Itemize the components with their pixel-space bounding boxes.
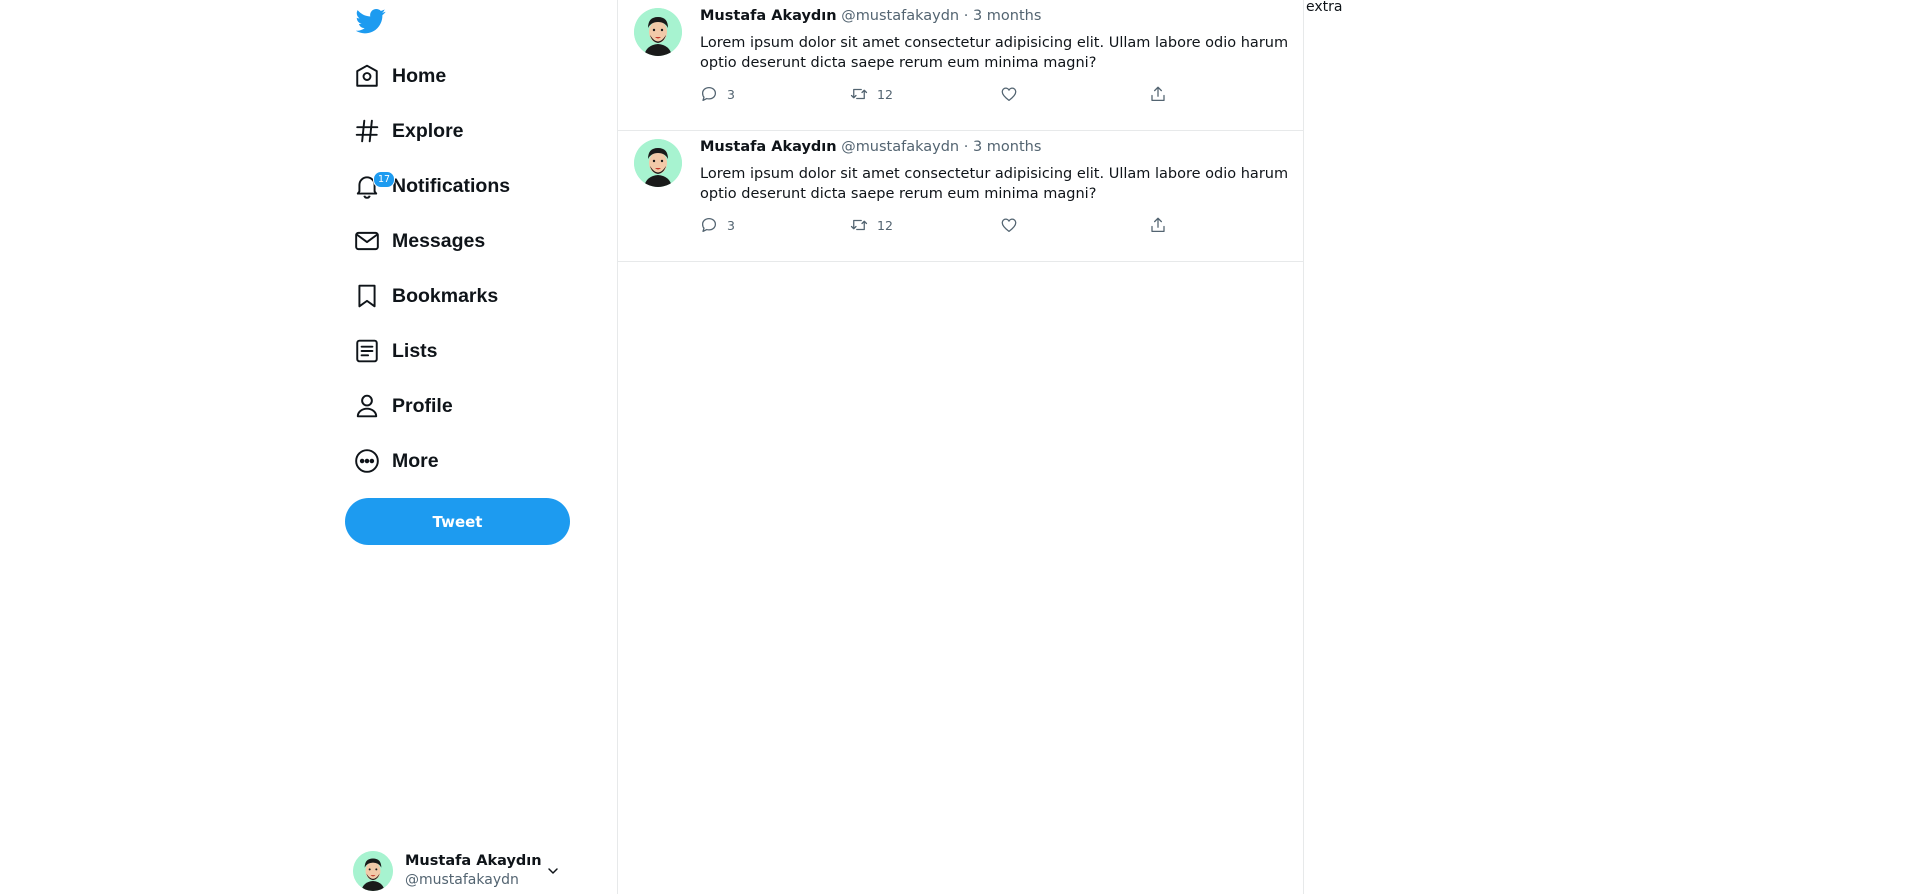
extra-panel-label: extra	[1306, 0, 1343, 15]
hashtag-icon	[341, 115, 383, 147]
tweet-author-handle[interactable]: @mustafakaydn	[841, 139, 959, 155]
twitter-logo-icon[interactable]	[355, 6, 386, 36]
retweet-button[interactable]: 12	[850, 216, 893, 234]
home-icon	[341, 60, 383, 92]
bookmark-icon	[341, 280, 383, 312]
user-icon	[341, 390, 383, 422]
nav-item-lists[interactable]: Lists	[341, 335, 438, 367]
heart-icon	[1001, 218, 1017, 233]
nav-item-more[interactable]: More	[341, 445, 439, 477]
account-switcher[interactable]: Mustafa Akaydın @mustafakaydn	[353, 849, 573, 893]
nav-label-explore: Explore	[392, 119, 464, 142]
retweet-count: 12	[877, 86, 893, 102]
separator-dot: ·	[963, 139, 969, 155]
reply-count: 3	[727, 86, 735, 102]
retweet-icon	[850, 88, 868, 100]
sidebar: Home Explore 17 Notifications Messages B…	[0, 0, 617, 894]
retweet-button[interactable]: 12	[850, 85, 893, 103]
tweet-text: Lorem ipsum dolor sit amet consectetur a…	[700, 166, 1289, 202]
tweet-author-handle[interactable]: @mustafakaydn	[841, 8, 959, 24]
avatar[interactable]	[634, 8, 682, 56]
reply-count: 3	[727, 217, 735, 233]
tweet-button[interactable]: Tweet	[345, 498, 570, 545]
nav-item-messages[interactable]: Messages	[341, 225, 485, 257]
notification-badge: 17	[373, 171, 395, 188]
tweet-timestamp[interactable]: 3 months	[973, 8, 1041, 24]
heart-icon	[1001, 87, 1017, 102]
tweet-author-name[interactable]: Mustafa Akaydın	[700, 8, 837, 24]
tweet[interactable]: Mustafa Akaydın @mustafakaydn · 3 months…	[618, 0, 1303, 131]
tweet[interactable]: Mustafa Akaydın @mustafakaydn · 3 months…	[618, 131, 1303, 262]
nav-label-bookmarks: Bookmarks	[392, 284, 499, 307]
envelope-icon	[341, 225, 383, 257]
timeline: Mustafa Akaydın @mustafakaydn · 3 months…	[617, 0, 1304, 894]
nav-item-explore[interactable]: Explore	[341, 115, 464, 147]
tweet-actions: 3 12	[700, 216, 1180, 238]
tweet-actions: 3 12	[700, 85, 1180, 107]
tweet-text: Lorem ipsum dolor sit amet consectetur a…	[700, 35, 1289, 71]
nav-item-home[interactable]: Home	[341, 60, 446, 92]
reply-icon	[701, 217, 717, 233]
share-icon	[1151, 86, 1165, 102]
nav-item-notifications[interactable]: 17 Notifications	[341, 170, 510, 202]
list-icon	[341, 335, 383, 367]
like-button[interactable]	[1000, 85, 1018, 103]
reply-icon	[701, 86, 717, 102]
bell-icon: 17	[341, 170, 395, 202]
avatar	[353, 851, 393, 891]
tweet-header: Mustafa Akaydın @mustafakaydn · 3 months	[700, 139, 1041, 155]
share-button[interactable]	[1149, 216, 1167, 234]
avatar[interactable]	[634, 139, 682, 187]
nav-label-lists: Lists	[392, 339, 438, 362]
nav-item-bookmarks[interactable]: Bookmarks	[341, 280, 498, 312]
tweet-timestamp[interactable]: 3 months	[973, 139, 1041, 155]
chevron-down-icon[interactable]	[545, 863, 561, 879]
account-names: Mustafa Akaydın @mustafakaydn	[405, 852, 542, 890]
nav-label-profile: Profile	[392, 394, 453, 417]
nav-label-more: More	[392, 449, 439, 472]
nav-label-home: Home	[392, 64, 447, 87]
share-button[interactable]	[1149, 85, 1167, 103]
nav-label-notifications: Notifications	[392, 174, 511, 197]
tweet-header: Mustafa Akaydın @mustafakaydn · 3 months	[700, 8, 1041, 24]
retweet-icon	[850, 219, 868, 231]
tweet-author-name[interactable]: Mustafa Akaydın	[700, 139, 837, 155]
more-icon	[341, 445, 383, 477]
share-icon	[1151, 217, 1165, 233]
separator-dot: ·	[963, 8, 969, 24]
account-name: Mustafa Akaydın	[405, 853, 542, 869]
account-handle: @mustafakaydn	[405, 872, 519, 888]
reply-button[interactable]: 3	[700, 216, 735, 234]
reply-button[interactable]: 3	[700, 85, 735, 103]
nav-item-profile[interactable]: Profile	[341, 390, 453, 422]
retweet-count: 12	[877, 217, 893, 233]
like-button[interactable]	[1000, 216, 1018, 234]
nav-label-messages: Messages	[392, 229, 486, 252]
